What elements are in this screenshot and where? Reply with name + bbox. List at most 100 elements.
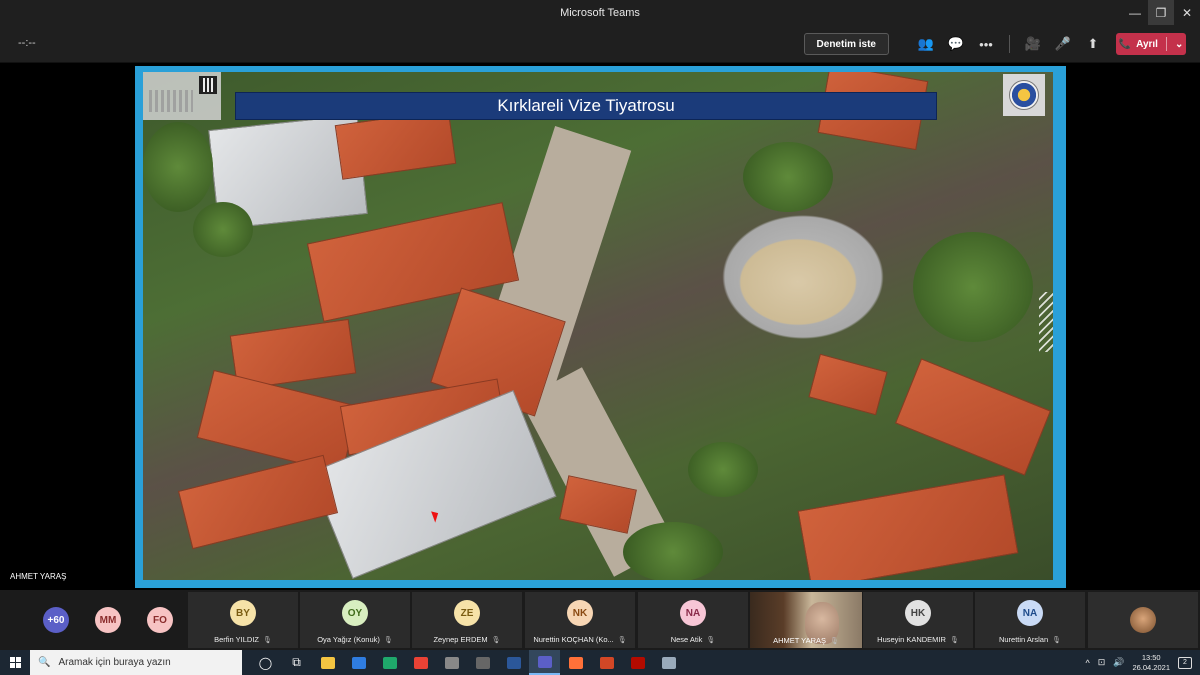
participant-name: Zeynep ERDEM 🎙 <box>433 635 501 644</box>
acrobat-icon[interactable] <box>622 650 653 675</box>
powerpoint-icon[interactable] <box>591 650 622 675</box>
participant-name: Oya Yağız (Konuk) 🎙 <box>317 635 393 644</box>
participant-avatar-fo[interactable]: FO <box>147 607 173 633</box>
leave-label: Ayrıl <box>1136 38 1158 50</box>
volume-icon[interactable]: 🔊 <box>1113 657 1124 668</box>
word-icon[interactable] <box>498 650 529 675</box>
more-actions-icon[interactable]: ••• <box>971 31 1001 57</box>
chevron-down-icon[interactable]: ⌄ <box>1175 39 1183 50</box>
calculator-icon[interactable] <box>436 650 467 675</box>
camera-toggle-icon[interactable]: 🎥 <box>1018 31 1048 57</box>
network-icon[interactable]: ⊡ <box>1098 657 1106 668</box>
system-tray: ^ ⊡ 🔊 13:50 26.04.2021 2 <box>1085 650 1200 675</box>
clock-time: 13:50 <box>1141 652 1161 662</box>
taskbar-apps: ◯ ⧉ <box>250 650 684 675</box>
muted-mic-icon: 🎙 <box>617 637 627 644</box>
shared-content-stage: Kırklareli Vize Tiyatrosu AHMET YARAŞ <box>0 64 1200 590</box>
mail-icon[interactable] <box>343 650 374 675</box>
participant-tile[interactable]: NA Nese Atik 🎙 <box>638 592 748 648</box>
taskbar-search-box[interactable]: 🔍 Aramak için buraya yazın <box>30 650 242 675</box>
paint-icon[interactable] <box>653 650 684 675</box>
leave-button[interactable]: 📞 Ayrıl ⌄ <box>1116 33 1186 55</box>
window-controls: — ❐ ✕ <box>1122 0 1200 25</box>
participant-name: Nurettin KOÇHAN (Ko... 🎙 <box>533 635 627 644</box>
avatar: HK <box>905 600 931 626</box>
muted-mic-icon: 🎙 <box>383 637 393 644</box>
participant-video-tile[interactable]: AHMET YARAŞ 🎙 <box>750 592 862 648</box>
restore-button[interactable]: ❐ <box>1148 0 1174 25</box>
acrobat-icon-tile <box>630 656 645 669</box>
mail-icon-tile <box>351 656 366 669</box>
cortana-icon[interactable]: ◯ <box>250 650 281 675</box>
tree <box>143 122 213 212</box>
participant-tile[interactable]: ZE Zeynep ERDEM 🎙 <box>412 592 522 648</box>
self-avatar <box>1130 607 1156 633</box>
teams-icon-tile <box>537 655 552 668</box>
participant-name: Huseyin KANDEMIR 🎙 <box>877 635 959 644</box>
participant-tile[interactable]: NA Nurettin Arslan 🎙 <box>975 592 1085 648</box>
request-control-button[interactable]: Denetim iste <box>803 33 889 55</box>
camera-icon[interactable] <box>467 650 498 675</box>
participant-tile[interactable]: BY Berfin YILDIZ 🎙 <box>188 592 298 648</box>
paint-icon-tile <box>661 656 676 669</box>
leave-divider <box>1165 37 1167 51</box>
share-tray-icon[interactable]: ⬆ <box>1078 31 1108 57</box>
avatar: ZE <box>454 600 480 626</box>
roof <box>808 353 888 416</box>
clock-date: 26.04.2021 <box>1132 662 1170 672</box>
participant-tile[interactable]: NK Nurettin KOÇHAN (Ko... 🎙 <box>525 592 635 648</box>
participant-tile[interactable]: OY Oya Yağız (Konuk) 🎙 <box>300 592 410 648</box>
calculator-icon-tile <box>444 656 459 669</box>
notification-center-icon[interactable]: 2 <box>1178 656 1192 669</box>
institution-logo-left <box>143 72 221 120</box>
start-button[interactable] <box>0 650 30 675</box>
avatar: NK <box>567 600 593 626</box>
file-explorer-icon[interactable] <box>312 650 343 675</box>
powerpoint-icon-tile <box>599 656 614 669</box>
meeting-toolbar: --:-- Denetim iste 👥 💬 ••• 🎥 🎤 ⬆ 📞 Ayrıl… <box>0 25 1200 63</box>
phone-hangup-icon: 📞 <box>1118 38 1132 50</box>
participant-name: Berfin YILDIZ 🎙 <box>214 635 272 644</box>
word-icon-tile <box>506 656 521 669</box>
window-title: Microsoft Teams <box>560 6 640 19</box>
teams-icon[interactable] <box>529 650 560 675</box>
windows-taskbar: 🔍 Aramak için buraya yazın ◯ ⧉ ^ ⊡ 🔊 13:5… <box>0 650 1200 675</box>
toolbar-divider <box>1009 35 1010 53</box>
participant-name: Nese Atik 🎙 <box>670 635 716 644</box>
minimize-button[interactable]: — <box>1122 0 1148 25</box>
task-view-icon[interactable]: ⧉ <box>281 650 312 675</box>
self-view-tile[interactable] <box>1088 592 1198 648</box>
mic-toggle-icon[interactable]: 🎤 <box>1048 31 1078 57</box>
participants-overflow-badge[interactable]: +60 <box>43 607 69 633</box>
muted-mic-icon: 🎙 <box>1052 637 1062 644</box>
chat-icon[interactable]: 💬 <box>941 31 971 57</box>
chevron-up-icon[interactable]: ^ <box>1085 658 1089 668</box>
taskbar-clock[interactable]: 13:50 26.04.2021 <box>1132 653 1170 673</box>
participant-avatar-mm[interactable]: MM <box>95 607 121 633</box>
tree <box>743 142 833 212</box>
search-placeholder: Aramak için buraya yazın <box>58 657 171 668</box>
muted-mic-icon: 🎙 <box>263 637 272 644</box>
edge-icon[interactable] <box>374 650 405 675</box>
muted-mic-icon: 🎙 <box>949 637 959 644</box>
camera-icon-tile <box>475 656 490 669</box>
tree <box>193 202 253 257</box>
avatar: NA <box>680 600 706 626</box>
muted-mic-icon: 🎙 <box>830 638 839 645</box>
task-view-icon-glyph: ⧉ <box>292 655 301 669</box>
participants-icon[interactable]: 👥 <box>911 31 941 57</box>
close-window-button[interactable]: ✕ <box>1174 0 1200 25</box>
file-explorer-icon-tile <box>320 656 335 669</box>
institution-logo-right <box>1003 74 1045 116</box>
roof <box>177 454 339 550</box>
chrome-icon[interactable] <box>405 650 436 675</box>
firefox-icon-tile <box>568 656 583 669</box>
qr-code-icon <box>199 76 217 94</box>
participant-tile[interactable]: HK Huseyin KANDEMIR 🎙 <box>863 592 973 648</box>
roof <box>894 358 1052 476</box>
avatar: OY <box>342 600 368 626</box>
tree <box>623 522 723 580</box>
tree <box>913 232 1033 342</box>
cortana-icon-glyph: ◯ <box>258 655 273 670</box>
firefox-icon[interactable] <box>560 650 591 675</box>
